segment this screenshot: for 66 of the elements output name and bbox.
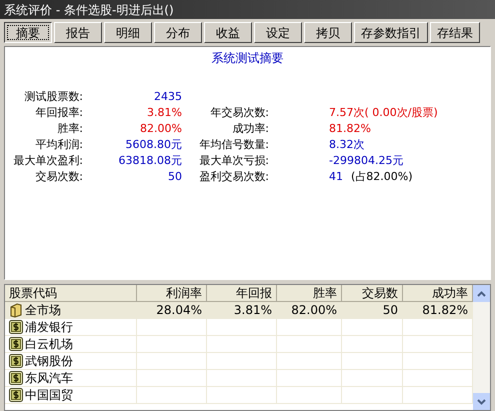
stat-value: 3.81% (146, 104, 182, 121)
scroll-up-icon[interactable] (477, 290, 486, 296)
table-cell-text: 82.00% (291, 302, 337, 319)
stat-value: 63818.08元 (118, 152, 182, 169)
dollar-icon (9, 337, 23, 351)
table-row[interactable]: 中国国贸 (5, 387, 473, 404)
stat-label: 测试股票数: (23, 88, 83, 105)
toolbar-tab[interactable]: 设定 (254, 22, 302, 43)
stat-label: 年交易次数: (209, 104, 269, 121)
column-header[interactable]: 成功率 (403, 285, 473, 302)
stat-value: 7.57次( 0.00次/股票) (329, 104, 438, 121)
table-cell-text: 全市场 (25, 302, 61, 319)
dollar-icon (9, 371, 23, 385)
scrollbar[interactable] (473, 285, 490, 410)
dollar-icon (9, 388, 23, 402)
table-cell-text: 50 (382, 302, 398, 319)
stat-value: 41 (329, 168, 343, 185)
table-row[interactable]: 浦发银行 (5, 319, 473, 336)
toolbar-tab[interactable]: 收益 (204, 22, 252, 43)
stat-label: 年回报率: (34, 104, 83, 121)
stat-label: 交易次数: (34, 168, 83, 185)
column-header[interactable]: 股票代码 (5, 285, 137, 302)
column-header[interactable]: 交易数 (342, 285, 403, 302)
column-header[interactable]: 利润率 (137, 285, 207, 302)
stat-value: -299804.25元 (329, 152, 404, 169)
stat-value: 5608.80元 (124, 136, 182, 153)
table-cell-text: 81.82% (422, 302, 468, 319)
toolbar-tab[interactable]: 分布 (154, 22, 202, 43)
toolbar-tab[interactable]: 存参数指引 (354, 22, 428, 43)
scroll-down-icon[interactable] (477, 398, 486, 404)
table-cell-text: 28.04% (156, 302, 202, 319)
stat-label: 盈利交易次数: (198, 168, 269, 185)
table-row[interactable]: 全市场 28.04% 3.81% 82.00% 50 81.82% (5, 302, 473, 319)
summary-title: 系统测试摘要 (210, 50, 284, 67)
dollar-icon (9, 354, 23, 368)
stat-value: 2435 (153, 88, 182, 105)
stat-label: 最大单次盈利: (12, 152, 83, 169)
table-cell-text: 中国国贸 (25, 387, 73, 404)
toolbar-tab[interactable]: 明细 (104, 22, 152, 43)
table-cell-text: 白云机场 (25, 336, 73, 353)
stat-label: 平均利润: (34, 136, 83, 153)
folder-icon (9, 302, 23, 318)
stat-label: 年均信号数量: (198, 136, 269, 153)
stat-value: 82.00% (139, 120, 182, 137)
stat-label: 胜率: (56, 120, 83, 137)
dollar-icon (9, 320, 23, 334)
stat-value: 81.82% (329, 120, 371, 137)
table-row[interactable]: 东风汽车 (5, 370, 473, 387)
toolbar-tab[interactable]: 摘要 (4, 22, 52, 43)
stat-label: 成功率: (231, 120, 269, 137)
column-header[interactable]: 胜率 (277, 285, 342, 302)
window-title: 系统评价 - 条件选股-明进后出() (4, 2, 174, 18)
stat-value: 50 (167, 168, 182, 185)
toolbar-tab[interactable]: 报告 (54, 22, 102, 43)
stat-value: 8.32次 (329, 136, 364, 153)
table-cell-text: 3.81% (234, 302, 272, 319)
table-row[interactable]: 武钢股份 (5, 353, 473, 370)
stat-note: (占82.00%) (351, 168, 413, 185)
toolbar-tab[interactable]: 拷贝 (304, 22, 352, 43)
table-cell-text: 武钢股份 (25, 353, 73, 370)
table-cell-text: 浦发银行 (25, 319, 73, 336)
table-row[interactable]: 白云机场 (5, 336, 473, 353)
toolbar-tab[interactable]: 存结果 (430, 22, 480, 43)
table-cell-text: 东风汽车 (25, 370, 73, 387)
stat-label: 最大单次亏损: (198, 152, 269, 169)
column-header[interactable]: 年回报 (207, 285, 277, 302)
